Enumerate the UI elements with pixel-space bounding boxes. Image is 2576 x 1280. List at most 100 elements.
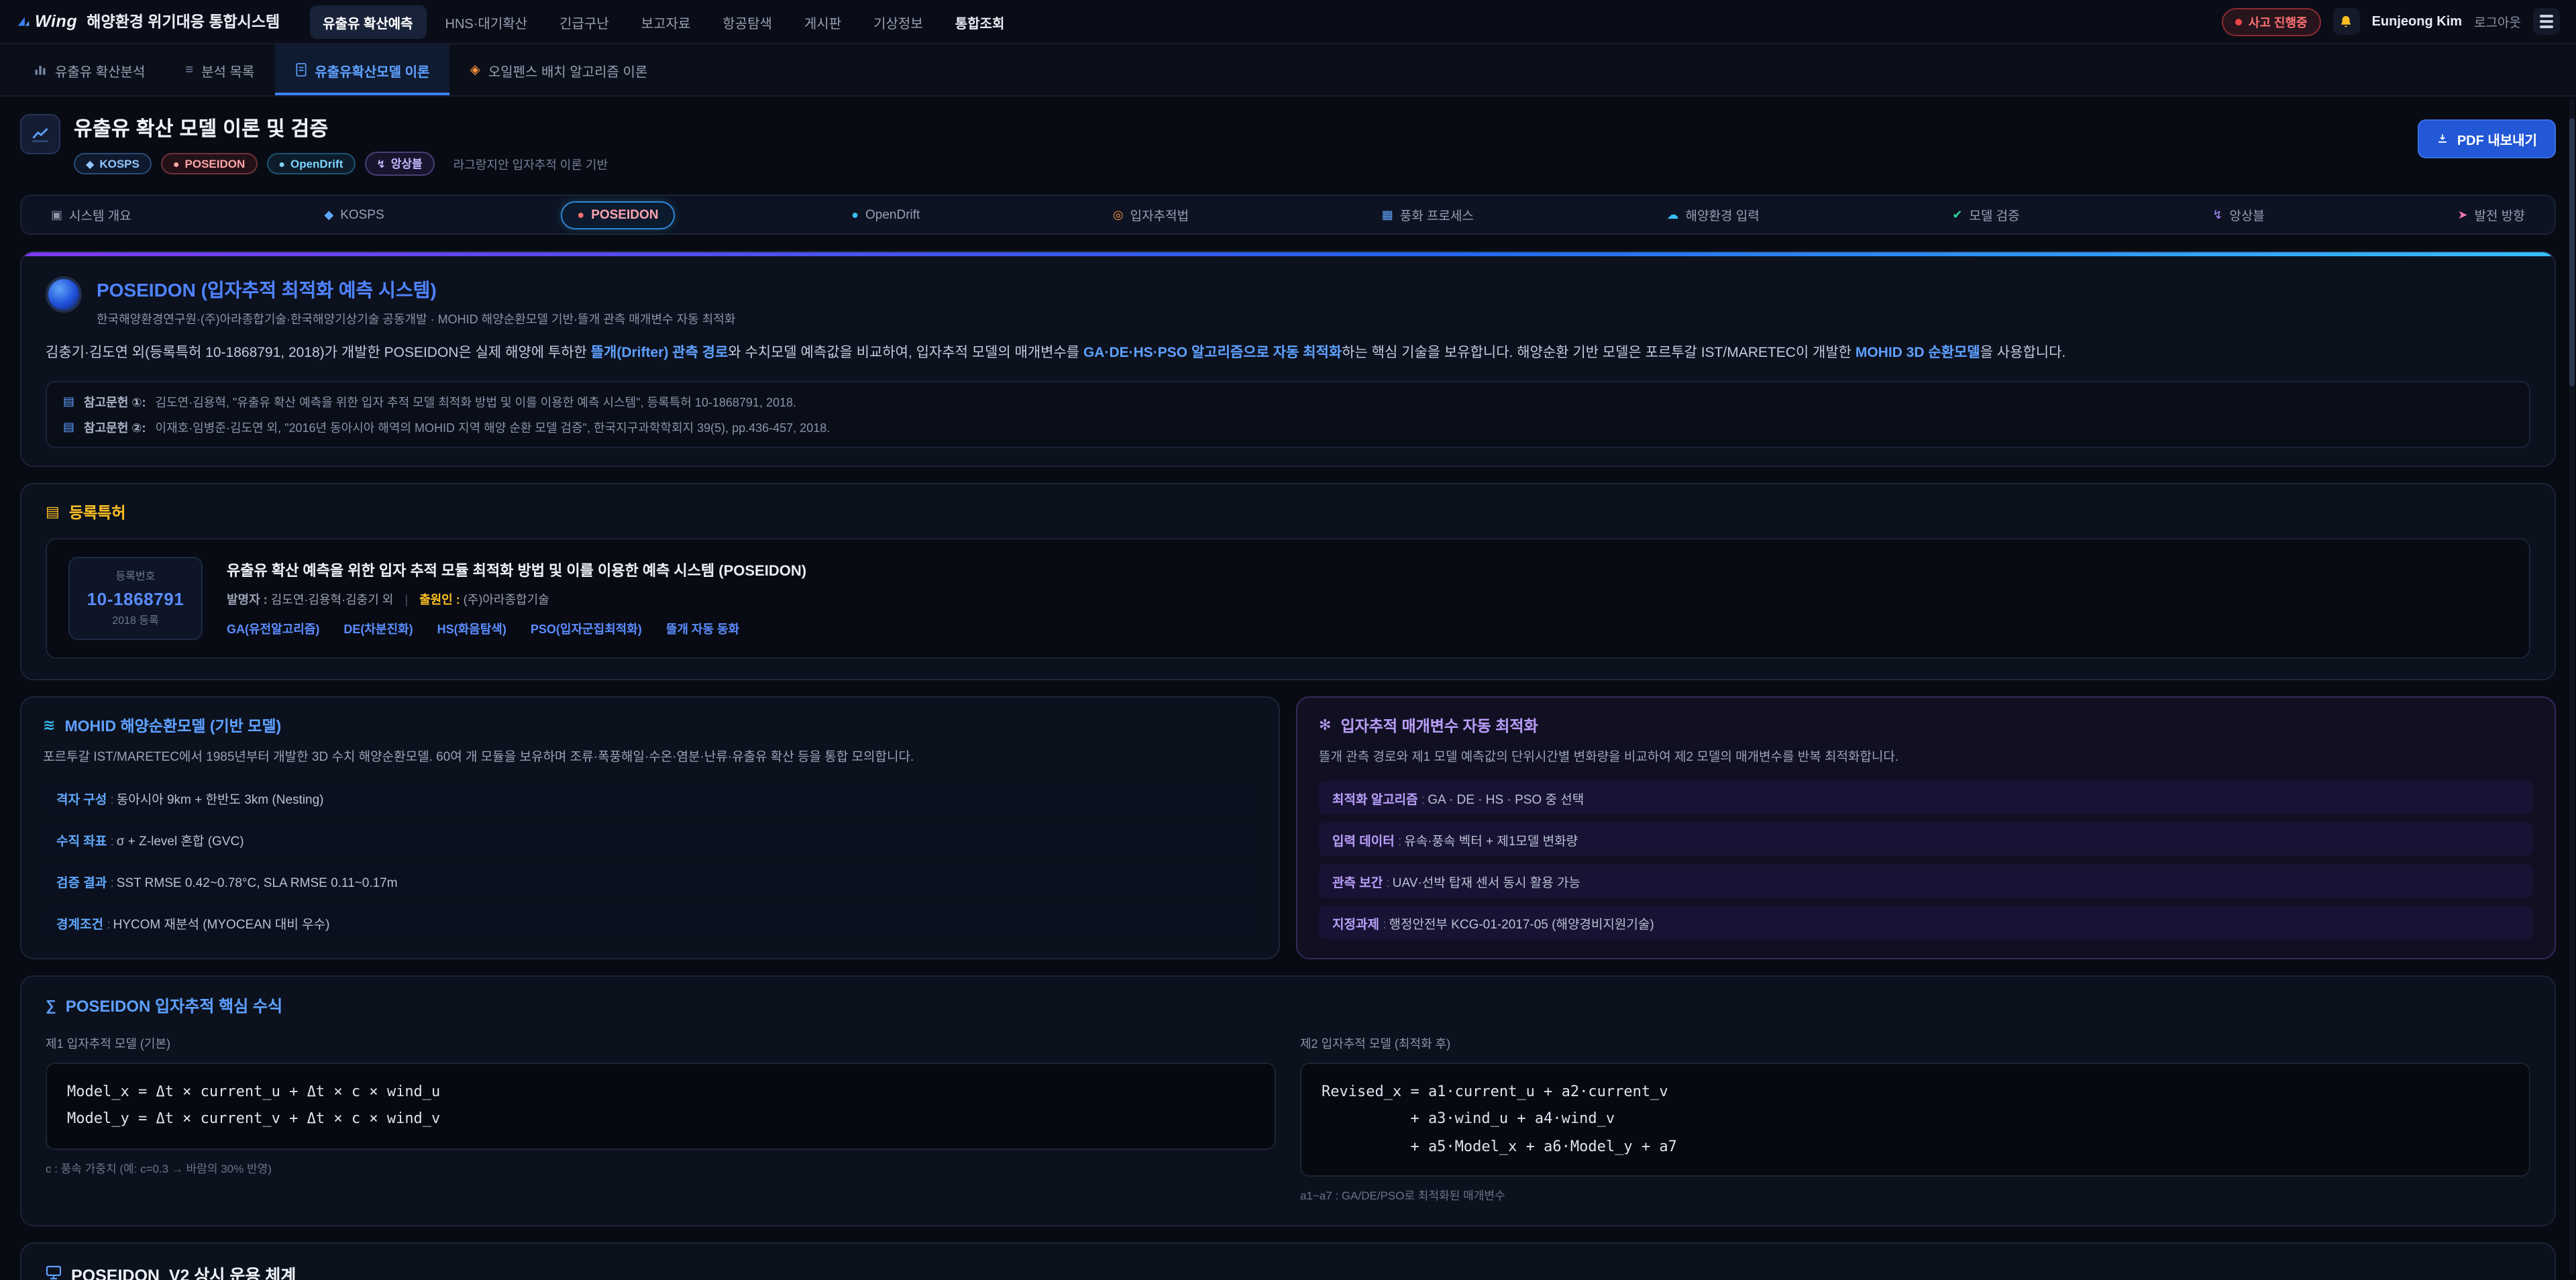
logout-link[interactable]: 로그아웃 — [2474, 12, 2521, 31]
mohid-description: 포르투갈 IST/MARETEC에서 1985년부터 개발한 3D 수치 해양순… — [43, 747, 1257, 767]
badge-kosps[interactable]: ◆KOSPS — [74, 153, 152, 174]
nav-item-aerial-search[interactable]: 항공탐색 — [709, 5, 786, 38]
pill-kosps[interactable]: ◆KOSPS — [308, 201, 400, 229]
nav-item-integrated-search[interactable]: 통합조회 — [942, 5, 1018, 38]
reg-number-value: 10-1868791 — [83, 589, 188, 609]
tab-label: 유출유확산모델 이론 — [315, 60, 429, 80]
spec-row-project: 지정과제행정안전부 KCG-01-2017-05 (해양경비지원기술) — [1319, 906, 2533, 939]
bar-chart-icon — [34, 63, 47, 76]
model2-code: Revised_x = a1·current_u + a2·current_v … — [1300, 1063, 2530, 1177]
core-formulas-card: ∑ POSEIDON 입자추적 핵심 수식 제1 입자추적 모델 (기본) Mo… — [20, 975, 2556, 1226]
patent-section-heading: ▤ 등록특허 — [46, 502, 2530, 523]
grid-icon: ▣ — [51, 207, 62, 222]
model1-code: Model_x = Δt × current_u + Δt × c × wind… — [46, 1063, 1276, 1149]
reference-2: ▤ 참고문헌 ②: 이재호·임병준·김도연 외, "2016년 동아시아 해역의… — [63, 419, 2513, 436]
diamond-icon: ◆ — [324, 207, 333, 222]
pill-weathering-process[interactable]: ▦풍화 프로세스 — [1366, 199, 1490, 231]
sigma-icon: ∑ — [46, 998, 56, 1014]
book-icon: ▤ — [63, 394, 74, 409]
pill-ocean-env-input[interactable]: ☁해양환경 입력 — [1651, 199, 1776, 231]
nav-item-weather[interactable]: 기상정보 — [860, 5, 936, 38]
parameter-optimization-card: ✻ 입자추적 매개변수 자동 최적화 뜰개 관측 경로와 제1 모델 예측값의 … — [1296, 696, 2556, 959]
model1-label: 제1 입자추적 모델 (기본) — [46, 1034, 1276, 1052]
page-chart-icon — [20, 114, 60, 154]
patent-detail-box: 등록번호 10-1868791 2018 등록 유출유 확산 예측을 위한 입자… — [46, 538, 2530, 659]
app-logo: Wing — [16, 12, 77, 31]
spec-row-vertical-coord: 수직 좌표σ + Z-level 혼합 (GVC) — [43, 822, 1257, 856]
patent-people-line: 발명자 : 김도연·김용혁·김충기 외 | 출원인 : (주)아라종합기술 — [227, 590, 806, 608]
tab-spill-analysis[interactable]: 유출유 확산분석 — [13, 44, 165, 95]
page-subtitle-note: 라그랑지안 입자추적 이론 기반 — [453, 155, 608, 172]
pdf-export-label: PDF 내보내기 — [2457, 129, 2537, 149]
spec-row-observation: 관측 보간UAV·선박 탑재 센서 동시 활용 가능 — [1319, 864, 2533, 898]
operation-system-card: POSEIDON_V2 상시 운용 체계 외부 입력 자료 HYCOM 해류·수… — [20, 1242, 2556, 1280]
tag-hs[interactable]: HS(화음탐색) — [437, 620, 506, 637]
tab-analysis-list[interactable]: ≡ 분석 목록 — [165, 44, 274, 95]
reg-number-label: 등록번호 — [83, 569, 188, 584]
page-scrollbar[interactable] — [2569, 99, 2575, 1275]
dot-icon: ● — [577, 208, 584, 221]
tag-pso[interactable]: PSO(입자군집최적화) — [531, 620, 642, 637]
badge-ensemble[interactable]: ↯앙상블 — [364, 152, 434, 176]
diamond-icon: ◆ — [86, 158, 94, 170]
optimization-spec-rows: 최적화 알고리즘GA · DE · HS · PSO 중 선택 입력 데이터유속… — [1319, 781, 2533, 939]
badge-opendrift[interactable]: ●OpenDrift — [266, 153, 355, 174]
wave-icon: ≋ — [43, 717, 55, 735]
pill-opendrift[interactable]: ●OpenDrift — [835, 201, 936, 229]
rocket-icon: ➤ — [2457, 207, 2467, 222]
highlight-optimization-algorithms: GA·DE·HS·PSO 알고리즘으로 자동 최적화 — [1083, 345, 1342, 361]
document-icon — [294, 63, 307, 76]
notifications-button[interactable] — [2333, 8, 2360, 35]
tag-de[interactable]: DE(차분진화) — [343, 620, 413, 637]
pill-poseidon[interactable]: ●POSEIDON — [561, 201, 674, 229]
spec-row-validation: 검증 결과SST RMSE 0.42~0.78°C, SLA RMSE 0.11… — [43, 864, 1257, 898]
brand[interactable]: Wing 해양환경 위기대응 통합시스템 — [16, 11, 280, 32]
lightning-icon: ↯ — [2212, 207, 2222, 222]
nav-item-hns[interactable]: HNS·대기확산 — [432, 5, 541, 38]
model2-label: 제2 입자추적 모델 (최적화 후) — [1300, 1034, 2530, 1052]
tag-ga[interactable]: GA(유전알고리즘) — [227, 620, 319, 637]
incident-active-badge[interactable]: 사고 진행중 — [2222, 7, 2321, 36]
nav-item-oil-spill-forecast[interactable]: 유출유 확산예측 — [309, 5, 426, 38]
nav-item-board[interactable]: 게시판 — [791, 5, 855, 38]
tab-oil-fence-theory[interactable]: ◈ 오일펜스 배치 알고리즘 이론 — [449, 44, 667, 95]
cloud-icon: ☁ — [1667, 207, 1679, 222]
app-window: Wing 해양환경 위기대응 통합시스템 유출유 확산예측 HNS·대기확산 긴… — [0, 0, 2576, 1280]
incident-active-label: 사고 진행중 — [2249, 13, 2308, 30]
optimization-description: 뜰개 관측 경로와 제1 모델 예측값의 단위시간별 변화량을 비교하여 제2 … — [1319, 747, 2533, 767]
book-icon: ▤ — [63, 420, 74, 435]
badge-poseidon[interactable]: ●POSEIDON — [161, 153, 257, 174]
pill-particle-tracking[interactable]: ◎입자추적법 — [1097, 199, 1205, 231]
nav-item-reports[interactable]: 보고자료 — [628, 5, 704, 38]
spec-row-boundary: 경계조건HYCOM 재분석 (MYOCEAN 대비 우수) — [43, 906, 1257, 939]
mohid-heading: ≋ MOHID 해양순환모델 (기반 모델) — [43, 715, 1257, 737]
tag-drifter-assimilation[interactable]: 뜰개 자동 동화 — [666, 620, 739, 637]
monitor-icon — [46, 1265, 62, 1280]
poseidon-overview-card: POSEIDON (입자추적 최적화 예측 시스템) 한국해양환경연구원·(주)… — [20, 251, 2556, 467]
user-name[interactable]: Eunjeong Kim — [2372, 14, 2462, 29]
reg-year: 2018 등록 — [83, 613, 188, 628]
pill-model-validation[interactable]: ✔모델 검증 — [1936, 199, 2035, 231]
highlight-drifter-path: 뜰개(Drifter) 관측 경로 — [591, 345, 729, 361]
scrollbar-thumb[interactable] — [2569, 118, 2575, 386]
model2-caption: a1~a7 : GA/DE/PSO로 최적화된 매개변수 — [1300, 1187, 2530, 1204]
pill-system-overview[interactable]: ▣시스템 개요 — [35, 199, 148, 231]
tab-model-theory[interactable]: 유출유확산모델 이론 — [274, 44, 449, 95]
pdf-export-button[interactable]: PDF 내보내기 — [2418, 119, 2556, 158]
formulas-heading: ∑ POSEIDON 입자추적 핵심 수식 — [46, 994, 2530, 1017]
optimization-heading: ✻ 입자추적 매개변수 자동 최적화 — [1319, 715, 2533, 737]
pill-future-direction[interactable]: ➤발전 방향 — [2441, 199, 2540, 231]
model2-formula-block: 제2 입자추적 모델 (최적화 후) Revised_x = a1·curren… — [1300, 1034, 2530, 1204]
spec-row-input-data: 입력 데이터유속·풍속 벡터 + 제1모델 변화량 — [1319, 822, 2533, 856]
model1-formula-block: 제1 입자추적 모델 (기본) Model_x = Δt × current_u… — [46, 1034, 1276, 1204]
patent-card: ▤ 등록특허 등록번호 10-1868791 2018 등록 유출유 확산 예측… — [20, 483, 2556, 680]
mohid-model-card: ≋ MOHID 해양순환모델 (기반 모델) 포르투갈 IST/MARETEC에… — [20, 696, 1280, 959]
model-detail-columns: ≋ MOHID 해양순환모델 (기반 모델) 포르투갈 IST/MARETEC에… — [20, 696, 2556, 959]
pill-ensemble[interactable]: ↯앙상블 — [2196, 199, 2281, 231]
hamburger-menu-button[interactable] — [2533, 8, 2560, 35]
dot-icon: ● — [173, 158, 180, 170]
diamond-icon: ◈ — [470, 62, 480, 77]
poseidon-subtitle: 한국해양환경연구원·(주)아라종합기술·한국해양기상기술 공동개발 · MOHI… — [97, 310, 735, 327]
reference-1: ▤ 참고문헌 ①: 김도연·김용혁, "유출유 확산 예측을 위한 입자 추적 … — [63, 393, 2513, 411]
nav-item-rescue[interactable]: 긴급구난 — [546, 5, 623, 38]
